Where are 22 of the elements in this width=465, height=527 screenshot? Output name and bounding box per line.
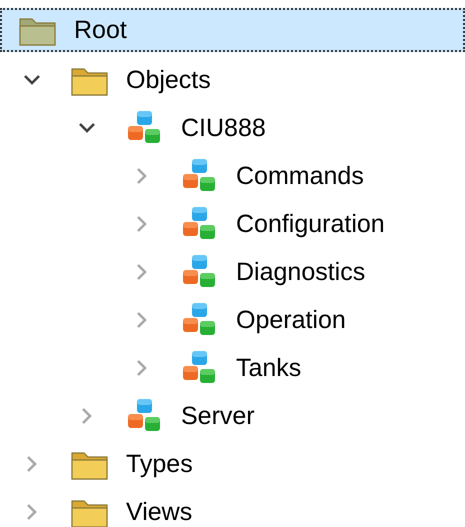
item-label: Commands <box>236 162 364 190</box>
item-label: Tanks <box>236 354 302 382</box>
tree-item[interactable]: CIU888 <box>0 104 465 152</box>
item-label: Operation <box>236 306 346 334</box>
item-label: Diagnostics <box>236 258 366 286</box>
tree-item[interactable]: Views <box>0 488 465 527</box>
tree-item[interactable]: Commands <box>0 152 465 200</box>
tree-item[interactable]: Server <box>0 392 465 440</box>
item-label: Server <box>181 402 255 430</box>
item-label: Types <box>126 450 193 478</box>
item-label: Views <box>126 498 192 526</box>
tree-item[interactable]: Root <box>0 8 465 52</box>
item-label: CIU888 <box>181 114 266 142</box>
tree-item[interactable]: Tanks <box>0 344 465 392</box>
tree-item[interactable]: Diagnostics <box>0 248 465 296</box>
tree-item[interactable]: Types <box>0 440 465 488</box>
item-label: Root <box>74 16 127 44</box>
item-label: Configuration <box>236 210 385 238</box>
tree-item[interactable]: Configuration <box>0 200 465 248</box>
item-label: Objects <box>126 66 211 94</box>
tree-item[interactable]: Objects <box>0 56 465 104</box>
tree-item[interactable]: Operation <box>0 296 465 344</box>
